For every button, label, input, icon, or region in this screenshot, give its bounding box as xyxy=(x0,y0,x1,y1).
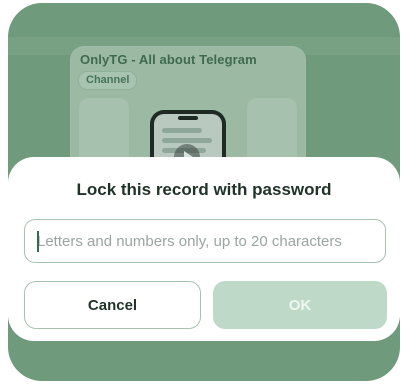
channel-title: OnlyTG - All about Telegram xyxy=(80,52,257,67)
dialog-title: Lock this record with password xyxy=(76,180,332,199)
channel-badge: Channel xyxy=(78,71,138,90)
phone-notch xyxy=(178,116,198,120)
cancel-button[interactable]: Cancel xyxy=(24,281,201,329)
text-caret xyxy=(37,231,39,252)
password-input[interactable] xyxy=(24,219,386,263)
app-frame: OnlyTG - All about Telegram Channel Lock… xyxy=(8,3,400,381)
ok-button[interactable]: OK xyxy=(213,281,387,329)
chat-line xyxy=(162,128,202,133)
chat-line xyxy=(162,138,212,143)
lock-password-dialog: Lock this record with password Cancel OK xyxy=(8,157,400,341)
